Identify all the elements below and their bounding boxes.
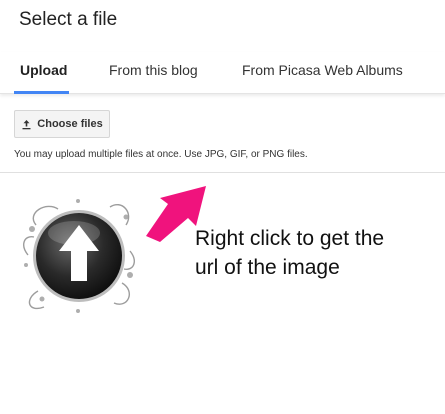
divider <box>0 172 445 173</box>
tab-from-picasa-web-albums[interactable]: From Picasa Web Albums <box>242 62 403 78</box>
upload-icon <box>22 119 31 129</box>
active-tab-indicator <box>14 91 69 94</box>
annotation-line-2: url of the image <box>195 256 340 279</box>
tab-upload[interactable]: Upload <box>20 62 67 78</box>
annotation-line-1: Right click to get the <box>195 227 385 250</box>
choose-files-label: Choose files <box>37 118 103 130</box>
upload-note: You may upload multiple files at once. U… <box>14 149 308 160</box>
dialog-title: Select a file <box>19 9 118 30</box>
choose-files-button[interactable]: Choose files <box>14 110 110 138</box>
tab-from-this-blog[interactable]: From this blog <box>109 62 198 78</box>
annotation-text: Right click to get the url of the image <box>195 224 384 282</box>
tab-bar: Upload From this blog From Picasa Web Al… <box>0 52 445 94</box>
uploaded-image[interactable] <box>18 195 140 317</box>
